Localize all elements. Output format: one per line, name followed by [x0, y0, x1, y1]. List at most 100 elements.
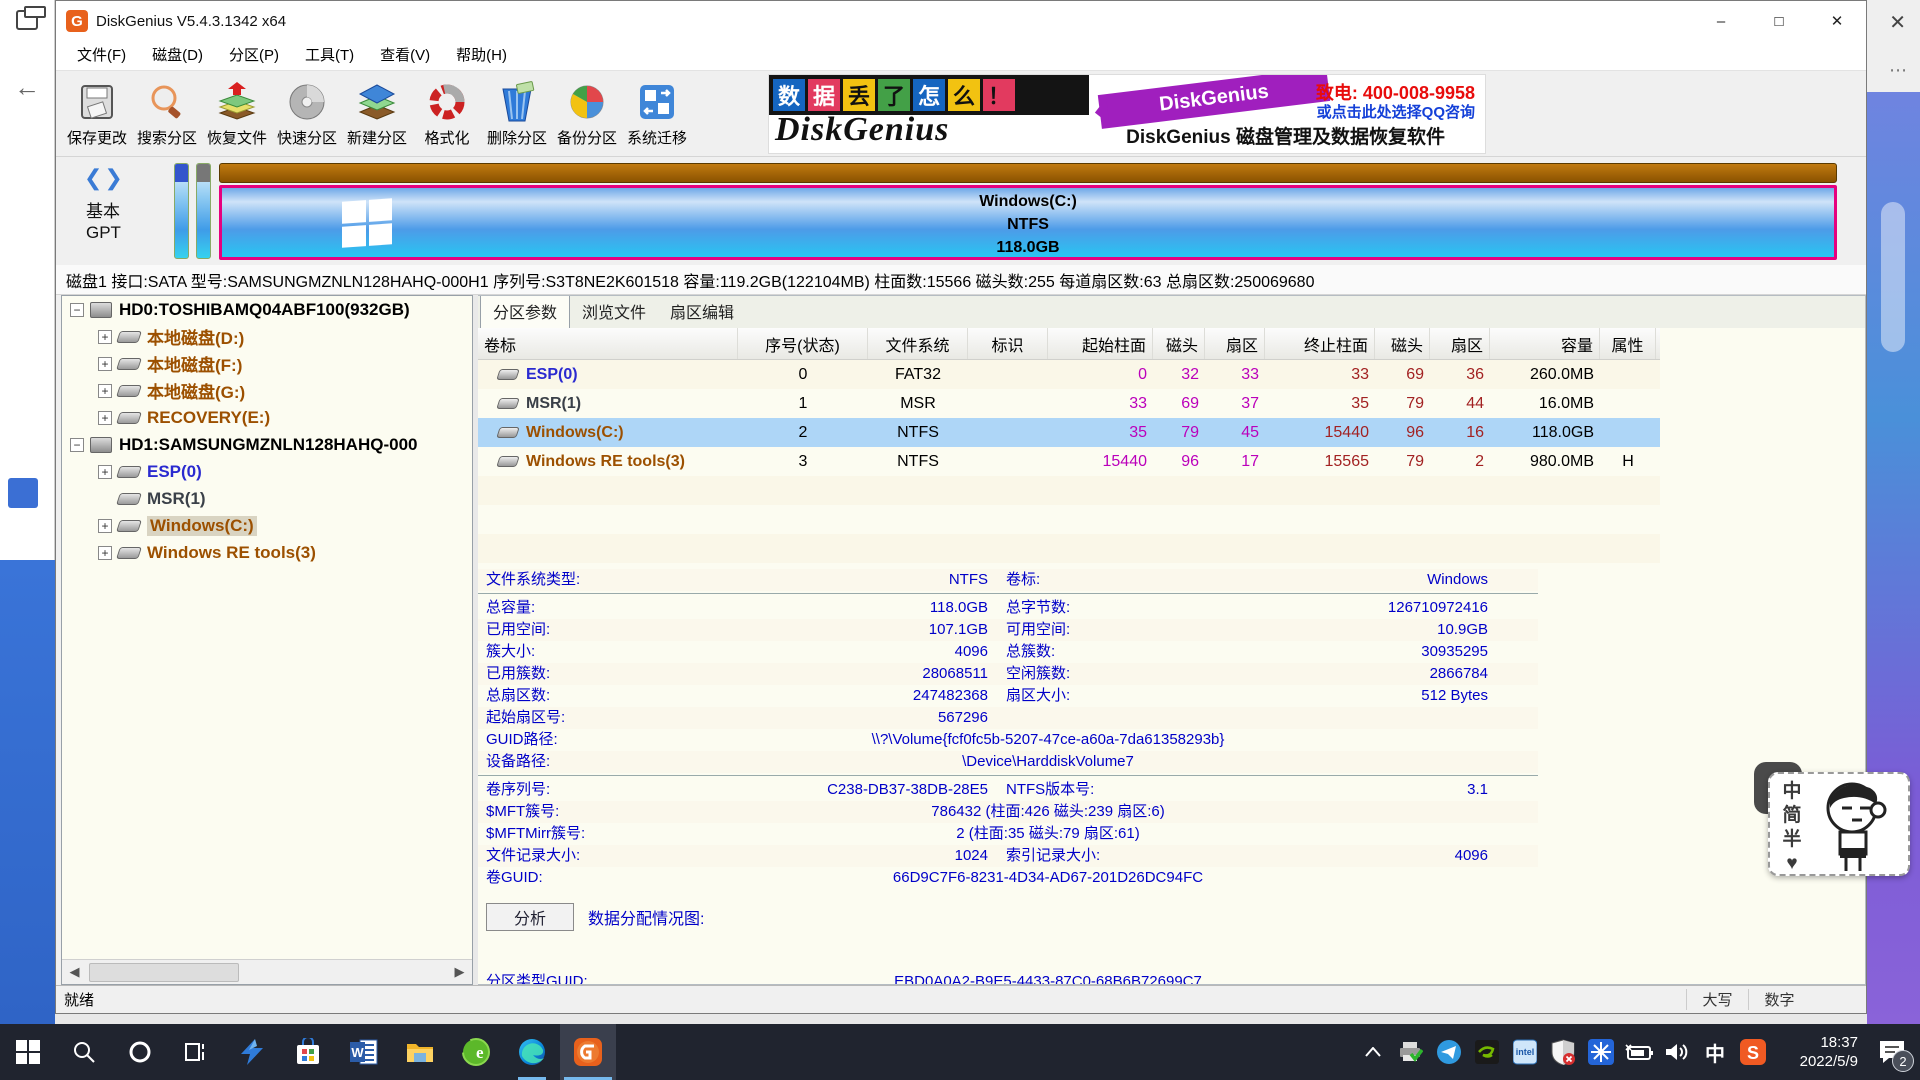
recover-files-button[interactable]: 恢复文件 [202, 74, 272, 154]
esp-partition-bar[interactable] [174, 163, 189, 259]
partition-row[interactable]: Windows(C:)2NTFS357945154409616118.0GB [478, 418, 1660, 447]
expand-icon[interactable]: + [98, 465, 112, 479]
close-button[interactable]: ✕ [1808, 1, 1866, 41]
title-bar[interactable]: G DiskGenius V5.4.3.1342 x64 – □ ✕ [56, 1, 1866, 41]
tree-item[interactable]: +Windows(C:) [62, 512, 472, 539]
taskbar-clock[interactable]: 18:37 2022/5/9 [1772, 1024, 1864, 1080]
edge-button[interactable] [504, 1024, 560, 1080]
word-button[interactable]: W [336, 1024, 392, 1080]
format-button[interactable]: 格式化 [412, 74, 482, 154]
file-explorer-button[interactable] [392, 1024, 448, 1080]
column-header[interactable]: 序号(状态) [738, 328, 868, 359]
system-migration-button[interactable]: 系统迁移 [622, 74, 692, 154]
column-header[interactable]: 起始柱面 [1048, 328, 1153, 359]
search-partition-button[interactable]: 搜索分区 [132, 74, 202, 154]
maximize-button[interactable]: □ [1750, 1, 1808, 41]
printer-icon[interactable] [1392, 1024, 1430, 1080]
cortana-button[interactable] [112, 1024, 168, 1080]
scroll-right-icon[interactable]: ▶ [447, 960, 472, 985]
analyze-button[interactable]: 分析 [486, 903, 574, 931]
scrollbar-track[interactable] [87, 960, 447, 985]
ad-banner[interactable]: 数据丢了怎么！ DiskGenius DiskGenius 致电: 400-00… [768, 74, 1486, 154]
intel-icon[interactable]: intel [1506, 1024, 1544, 1080]
scrollbar-thumb[interactable] [1881, 202, 1905, 352]
menu-view[interactable]: 查看(V) [367, 41, 443, 71]
sogou-icon[interactable]: S [1734, 1024, 1772, 1080]
column-header[interactable]: 终止柱面 [1265, 328, 1375, 359]
defender-shield-icon[interactable] [1544, 1024, 1582, 1080]
diskgenius-taskbar-button[interactable] [560, 1024, 616, 1080]
collapse-icon[interactable]: − [70, 438, 84, 452]
volume-icon[interactable] [1658, 1024, 1696, 1080]
tree-item[interactable]: +本地磁盘(D:) [62, 323, 472, 350]
expand-icon[interactable]: + [98, 330, 112, 344]
tree-item[interactable]: +RECOVERY(E:) [62, 404, 472, 431]
menu-help[interactable]: 帮助(H) [443, 41, 520, 71]
browser-360-button[interactable]: e [448, 1024, 504, 1080]
ime-indicator[interactable]: 中 [1696, 1024, 1734, 1080]
action-center-button[interactable]: 2 [1864, 1024, 1920, 1080]
expand-icon[interactable]: + [98, 357, 112, 371]
battery-icon[interactable] [1620, 1024, 1658, 1080]
column-header[interactable]: 扇区 [1205, 328, 1265, 359]
partition-row[interactable]: Windows RE tools(3)3NTFS1544096171556579… [478, 447, 1660, 476]
delete-partition-button[interactable]: 删除分区 [482, 74, 552, 154]
partition-row[interactable]: ESP(0)0FAT3203233336936260.0MB [478, 360, 1660, 389]
desktop-tile-icon[interactable] [8, 478, 38, 508]
expand-icon[interactable]: + [98, 546, 112, 560]
windows-partition-bar[interactable]: Windows(C:) NTFS 118.0GB [219, 185, 1837, 260]
disk-nav-arrows-icon[interactable]: ❮❯ [84, 165, 125, 191]
tree-item[interactable]: +本地磁盘(F:) [62, 350, 472, 377]
task-view-button[interactable] [168, 1024, 224, 1080]
quick-partition-button[interactable]: 快速分区 [272, 74, 342, 154]
column-header[interactable]: 磁头 [1375, 328, 1430, 359]
back-arrow-icon[interactable]: ← [14, 72, 40, 103]
column-header[interactable]: 容量 [1490, 328, 1600, 359]
save-changes-button[interactable]: 保存更改 [62, 74, 132, 154]
tab-browse-files[interactable]: 浏览文件 [570, 295, 658, 328]
column-header[interactable]: 文件系统 [868, 328, 968, 359]
tab-partition-parameters[interactable]: 分区参数 [480, 295, 570, 328]
collapse-icon[interactable]: − [70, 303, 84, 317]
partition-row[interactable]: MSR(1)1MSR33693735794416.0MB [478, 389, 1660, 418]
scroll-left-icon[interactable]: ◀ [62, 960, 87, 985]
background-close-icon[interactable]: ✕ [1889, 10, 1906, 35]
msr-partition-bar[interactable] [196, 163, 211, 259]
taskbar-search-button[interactable] [56, 1024, 112, 1080]
tree-item[interactable]: +ESP(0) [62, 458, 472, 485]
menu-partition[interactable]: 分区(P) [216, 41, 292, 71]
scrollbar-thumb[interactable] [89, 963, 239, 982]
start-button[interactable] [0, 1024, 56, 1080]
tree-item[interactable]: −HD0:TOSHIBAMQ04ABF100(932GB) [62, 296, 472, 323]
tree-item[interactable]: +Windows RE tools(3) [62, 539, 472, 566]
expand-icon[interactable]: + [98, 519, 112, 533]
thunder-app-button[interactable] [224, 1024, 280, 1080]
tree-item[interactable]: +本地磁盘(G:) [62, 377, 472, 404]
column-header[interactable]: 磁头 [1153, 328, 1205, 359]
more-dots-icon[interactable]: ⋯ [1889, 60, 1908, 81]
column-header[interactable]: 属性 [1600, 328, 1656, 359]
column-header[interactable]: 扇区 [1430, 328, 1490, 359]
tree-item[interactable]: −HD1:SAMSUNGMZNLN128HAHQ-000 [62, 431, 472, 458]
microsoft-store-button[interactable] [280, 1024, 336, 1080]
expand-icon[interactable]: + [98, 411, 112, 425]
ime-sticker-widget[interactable]: 中简半♥ [1768, 768, 1910, 876]
column-header[interactable]: 卷标 [478, 328, 738, 359]
snowflake-icon[interactable] [1582, 1024, 1620, 1080]
menu-tools[interactable]: 工具(T) [292, 41, 367, 71]
tray-chevron-icon[interactable] [1354, 1024, 1392, 1080]
menu-file[interactable]: 文件(F) [64, 41, 139, 71]
menu-disk[interactable]: 磁盘(D) [139, 41, 216, 71]
tab-sector-editor[interactable]: 扇区编辑 [658, 295, 746, 328]
tree-item[interactable]: MSR(1) [62, 485, 472, 512]
banner-qq-link[interactable]: 或点击此处选择QQ咨询 [1317, 101, 1475, 122]
minimize-button[interactable]: – [1692, 1, 1750, 41]
column-header[interactable]: 标识 [968, 328, 1048, 359]
backup-partition-button[interactable]: 备份分区 [552, 74, 622, 154]
window-stack-icon[interactable] [16, 10, 38, 30]
new-partition-button[interactable]: 新建分区 [342, 74, 412, 154]
tree-horizontal-scrollbar[interactable]: ◀ ▶ [62, 959, 472, 984]
expand-icon[interactable]: + [98, 384, 112, 398]
telegram-icon[interactable] [1430, 1024, 1468, 1080]
nvidia-icon[interactable] [1468, 1024, 1506, 1080]
